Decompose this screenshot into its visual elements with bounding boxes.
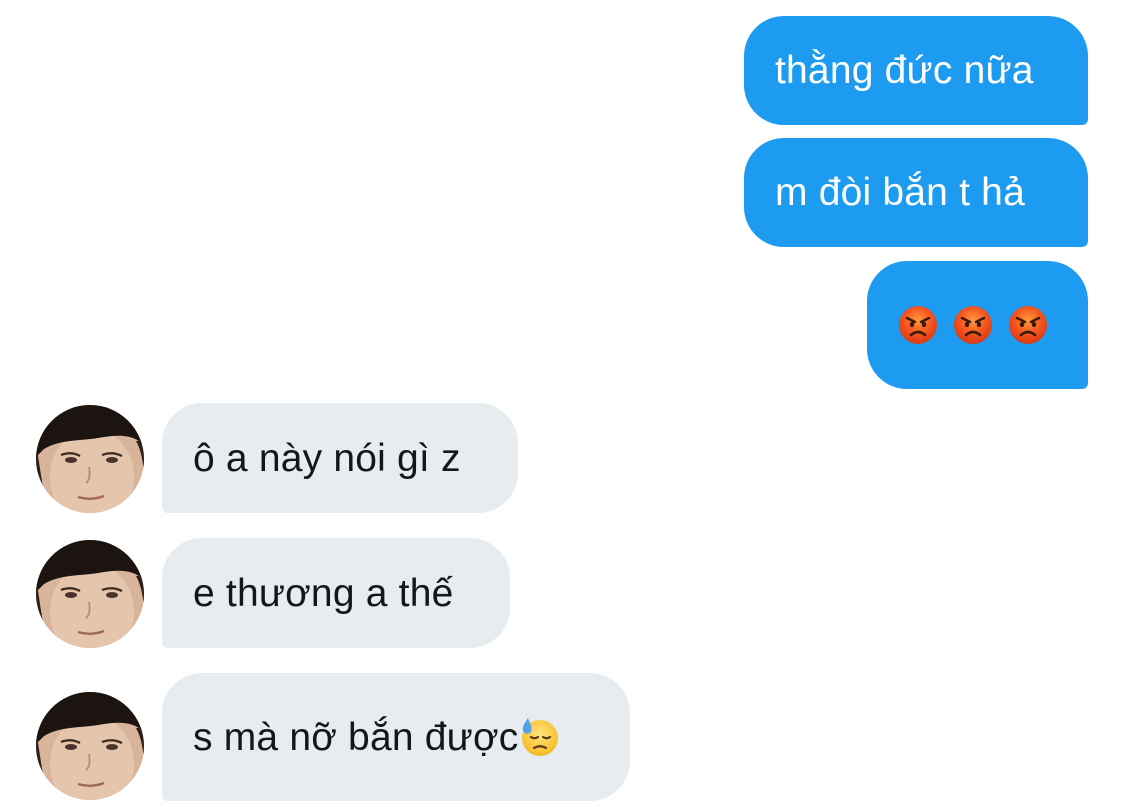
avatar-photo <box>36 692 144 800</box>
downcast-sweat-face-icon <box>519 717 559 757</box>
incoming-message-bubble[interactable]: ô a này nói gì z <box>162 403 518 513</box>
message-text: s mà nỡ bắn được <box>193 715 519 759</box>
message-text: thằng đức nữa <box>775 49 1034 92</box>
outgoing-message-bubble[interactable]: m đòi bắn t hả <box>744 138 1088 247</box>
outgoing-emoji-message-bubble[interactable] <box>867 261 1088 389</box>
avatar-photo <box>36 405 144 513</box>
avatar[interactable] <box>36 405 144 513</box>
message-text: e thương a thế <box>193 571 454 615</box>
emoji-row <box>898 305 1048 345</box>
avatar[interactable] <box>36 540 144 648</box>
incoming-message-bubble[interactable]: e thương a thế <box>162 538 510 648</box>
outgoing-message-bubble[interactable]: thằng đức nữa <box>744 16 1088 125</box>
angry-face-icon <box>898 305 938 345</box>
avatar[interactable] <box>36 692 144 800</box>
message-text: m đòi bắn t hả <box>775 171 1025 214</box>
angry-face-icon <box>1008 305 1048 345</box>
incoming-message-bubble[interactable]: s mà nỡ bắn được <box>162 673 630 801</box>
message-text: ô a này nói gì z <box>193 436 461 480</box>
angry-face-icon <box>953 305 993 345</box>
avatar-photo <box>36 540 144 648</box>
chat-thread: thằng đức nữa m đòi bắn t hả ô a này nói… <box>0 0 1125 811</box>
